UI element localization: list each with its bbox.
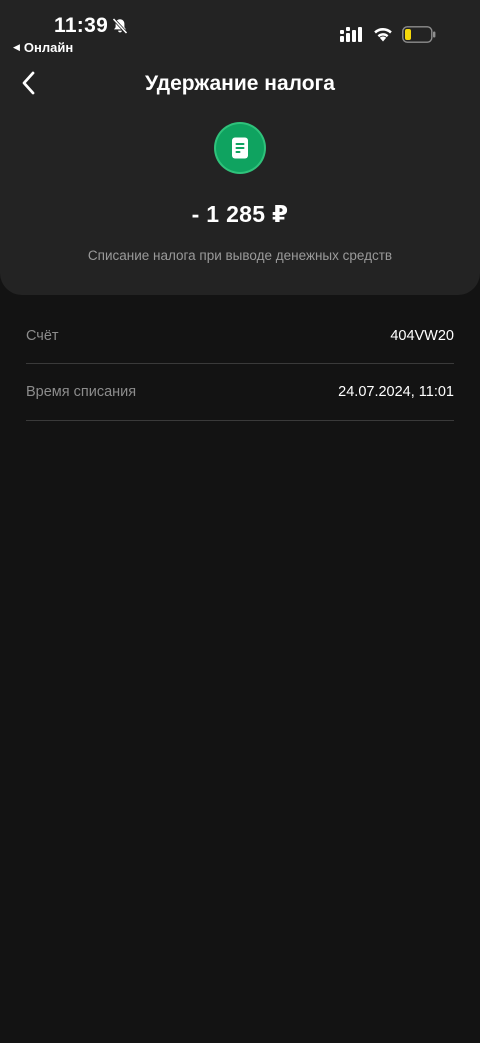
detail-row-time: Время списания 24.07.2024, 11:01 [26,364,454,421]
time-label: Время списания [26,384,137,400]
detail-row-account: Счёт 404VW20 [26,308,454,364]
battery-icon [402,26,436,43]
account-value: 404VW20 [390,327,454,344]
wifi-icon [374,27,392,42]
transaction-description: Списание налога при выводе денежных сред… [87,248,393,263]
time-value: 24.07.2024, 11:01 [338,384,454,400]
cellular-signal-icon [340,27,362,42]
account-label: Счёт [26,327,59,344]
back-to-app-link[interactable]: ◀ Онлайн [13,40,73,55]
status-time: 11:39 [54,14,109,37]
page-title: Удержание налога [145,72,335,95]
back-app-label: Онлайн [23,40,74,55]
document-icon [216,124,264,172]
bell-off-icon [112,17,128,35]
header-card: 11:39 ◀ Онлайн Удержание налога - 1 285 … [0,0,480,295]
back-triangle-icon: ◀ [13,42,20,52]
transaction-amount: - 1 285 ₽ [191,201,289,227]
screen: 11:39 ◀ Онлайн Удержание налога - 1 285 … [0,0,480,1043]
